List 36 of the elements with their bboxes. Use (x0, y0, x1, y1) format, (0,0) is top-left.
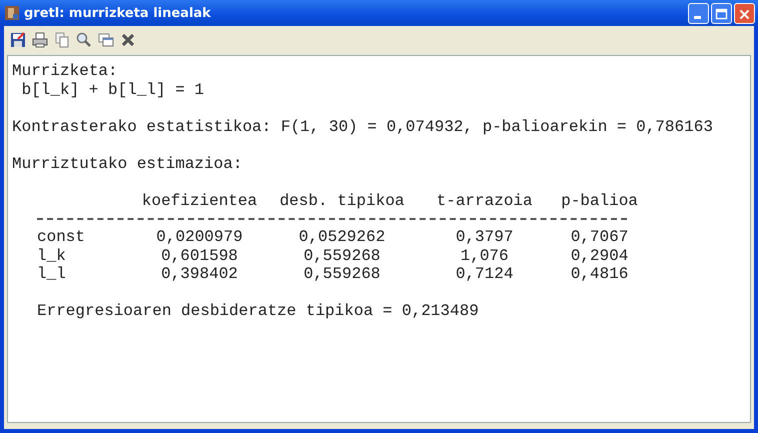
table-cell-text: 0,398402 (160, 265, 239, 284)
maximize-button[interactable] (711, 2, 732, 24)
windows-icon[interactable] (98, 32, 114, 48)
table-cell-text: 0,4816 (570, 265, 630, 284)
search-icon[interactable] (76, 32, 92, 48)
close-icon[interactable] (120, 32, 136, 48)
restriction-heading: Murrizketa: (12, 62, 119, 80)
row-label: l_l (37, 265, 67, 284)
table-cell-text: 1,076 (459, 246, 510, 265)
column-header: desb. tipikoa (278, 192, 406, 210)
estimates-heading: Murriztutako estimazioa: (12, 154, 244, 173)
table-cell-text: 0,7124 (454, 265, 514, 284)
table-cell-text: 0,601598 (160, 246, 239, 265)
window-title: gretl: murrizketa linealak (24, 6, 212, 20)
column-header: koefizientea (140, 192, 258, 210)
table-cell-text: 0,2904 (570, 246, 630, 265)
close-button[interactable] (734, 2, 755, 24)
copy-icon[interactable] (54, 32, 70, 48)
row-label: const (37, 228, 86, 246)
app-icon (4, 5, 20, 21)
minimize-icon (694, 16, 701, 18)
minimize-button[interactable] (688, 2, 709, 24)
restriction-text: b[l_k] + b[l_l] = 1 (20, 80, 206, 99)
table-cell-text: 0,0529262 (298, 228, 386, 246)
save-icon[interactable] (10, 32, 26, 48)
table-cell-text: 0,7067 (570, 228, 630, 246)
column-header: p-balioa (560, 192, 639, 210)
standard-error: Erregresioaren desbideratze tipikoa = 0,213489 (37, 302, 480, 320)
table-cell-text: 0,3797 (454, 228, 514, 246)
table-cell-text: 0,0200979 (155, 228, 244, 246)
row-label: l_k (37, 246, 67, 265)
test-statistic: Kontrasterako estatistikoa: F(1, 30) = 0,074932, p-balioarekin = 0,786163 (12, 118, 714, 136)
column-header: t-arrazoia (435, 192, 534, 210)
print-icon[interactable] (32, 32, 48, 48)
table-cell-text: 0,559268 (302, 265, 382, 284)
table-cell-text: 0,559268 (302, 246, 382, 265)
